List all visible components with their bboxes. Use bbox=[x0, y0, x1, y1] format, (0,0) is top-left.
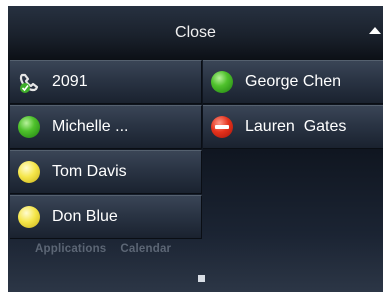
close-label[interactable]: Close bbox=[175, 24, 216, 42]
buddy-tile-george-chen[interactable]: George Chen bbox=[203, 60, 383, 104]
buddy-name: Don Blue bbox=[52, 208, 118, 225]
close-bar[interactable]: Close bbox=[8, 6, 383, 60]
applications-link[interactable]: Applications bbox=[35, 243, 106, 255]
available-status-icon bbox=[18, 116, 40, 138]
buddy-name: Michelle ... bbox=[52, 118, 129, 135]
calendar-link[interactable]: Calendar bbox=[120, 243, 171, 255]
presence-screen: Close 2091 George Chen Michelle ... Laur… bbox=[8, 6, 383, 292]
page-indicator bbox=[198, 275, 205, 282]
dock-labels: Applications Calendar bbox=[35, 243, 185, 255]
buddy-name: 2091 bbox=[52, 73, 88, 90]
buddy-tile-lauren-gates[interactable]: Lauren Gates bbox=[203, 105, 383, 149]
buddy-tile-michelle[interactable]: Michelle ... bbox=[10, 105, 202, 149]
buddy-name: Lauren Gates bbox=[245, 118, 347, 135]
buddy-tile-don-blue[interactable]: Don Blue bbox=[10, 195, 202, 239]
away-status-icon bbox=[18, 161, 40, 183]
do-not-disturb-icon bbox=[211, 116, 233, 138]
available-status-icon bbox=[211, 71, 233, 93]
buddy-tile-tom-davis[interactable]: Tom Davis bbox=[10, 150, 202, 194]
away-status-icon bbox=[18, 206, 40, 228]
chevron-up-icon[interactable] bbox=[369, 27, 381, 34]
phone-handset-icon bbox=[18, 71, 40, 93]
buddy-name: George Chen bbox=[245, 73, 342, 90]
buddy-name: Tom Davis bbox=[52, 163, 127, 180]
buddy-tile-2091[interactable]: 2091 bbox=[10, 60, 202, 104]
